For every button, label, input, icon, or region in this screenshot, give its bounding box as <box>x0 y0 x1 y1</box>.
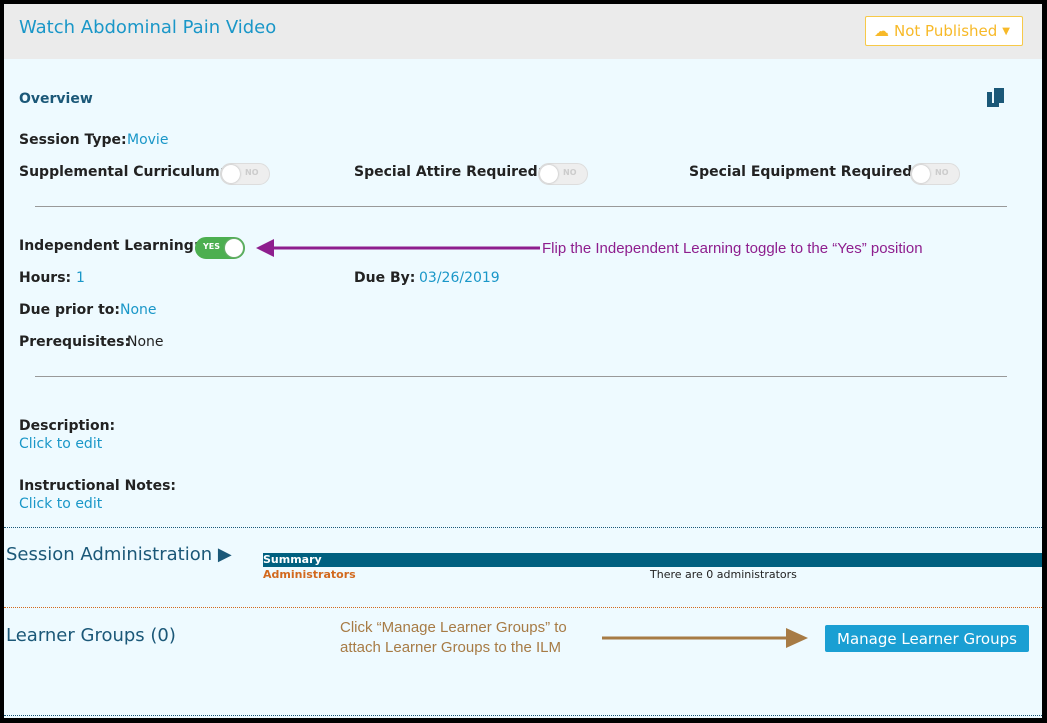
overview-heading: Overview <box>19 91 93 107</box>
hours-value[interactable]: 1 <box>76 270 85 286</box>
manage-annotation-line2: attach Learner Groups to the ILM <box>340 639 561 656</box>
cloud-icon: ☁ <box>874 22 889 40</box>
publish-status-label: Not Published <box>894 22 998 40</box>
summary-bar: Summary <box>263 553 1042 567</box>
session-type-value[interactable]: Movie <box>127 132 168 148</box>
equipment-toggle[interactable]: NO <box>910 163 960 185</box>
toggle-text: NO <box>245 168 259 177</box>
hours-label: Hours: <box>19 270 72 286</box>
notes-label: Instructional Notes: <box>19 478 177 494</box>
session-page: Watch Abdominal Pain Video ☁ Not Publish… <box>4 4 1042 718</box>
header: Watch Abdominal Pain Video ☁ Not Publish… <box>4 4 1042 59</box>
due-by-label: Due By: <box>354 270 416 286</box>
toggle-text: YES <box>203 242 221 251</box>
divider <box>4 715 1042 716</box>
session-admin-heading: Session Administration <box>6 544 213 565</box>
due-prior-value[interactable]: None <box>120 302 157 318</box>
attire-toggle[interactable]: NO <box>538 163 588 185</box>
learner-groups-heading: Learner Groups (0) <box>6 625 176 646</box>
due-prior-label: Due prior to: <box>19 302 120 318</box>
attire-label: Special Attire Required: <box>354 164 544 180</box>
supplemental-label: Supplemental Curriculum: <box>19 164 226 180</box>
supplemental-toggle[interactable]: NO <box>220 163 270 185</box>
session-title[interactable]: Watch Abdominal Pain Video <box>19 17 276 38</box>
prereq-label: Prerequisites: <box>19 334 131 350</box>
equipment-label: Special Equipment Required: <box>689 164 918 180</box>
independent-label: Independent Learning: <box>19 238 200 254</box>
copy-icon[interactable] <box>987 88 1005 108</box>
toggle-text: NO <box>563 168 577 177</box>
divider <box>35 376 1007 377</box>
annotation-arrow-right <box>602 628 808 648</box>
description-label: Description: <box>19 418 116 434</box>
session-admin-toggle[interactable]: Session Administration ▶ <box>6 544 232 565</box>
publish-status-dropdown[interactable]: ☁ Not Published ▼ <box>865 16 1023 46</box>
administrators-label: Administrators <box>263 568 356 581</box>
due-by-value[interactable]: 03/26/2019 <box>419 270 500 286</box>
annotation-arrow-left <box>256 239 540 257</box>
notes-edit[interactable]: Click to edit <box>19 496 102 512</box>
description-edit[interactable]: Click to edit <box>19 436 102 452</box>
administrators-text: There are 0 administrators <box>650 568 797 581</box>
session-type-label: Session Type: <box>19 132 127 148</box>
divider <box>35 206 1007 207</box>
manage-annotation-line1: Click “Manage Learner Groups” to <box>340 619 567 636</box>
prereq-value[interactable]: None <box>127 334 164 350</box>
toggle-annotation: Flip the Independent Learning toggle to … <box>542 240 923 257</box>
independent-learning-toggle[interactable]: YES <box>195 237 245 259</box>
divider <box>4 527 1042 528</box>
toggle-text: NO <box>935 168 949 177</box>
manage-learner-groups-button[interactable]: Manage Learner Groups <box>825 625 1029 652</box>
divider <box>4 607 1042 608</box>
caret-right-icon: ▶ <box>217 544 232 565</box>
caret-down-icon: ▼ <box>1002 25 1010 37</box>
